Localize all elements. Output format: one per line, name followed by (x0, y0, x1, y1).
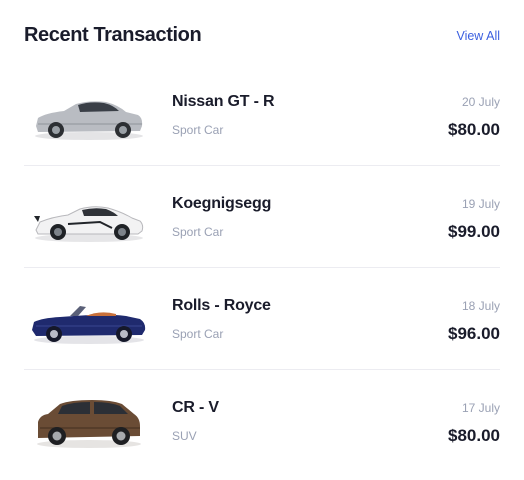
silver-sports-car-image (35, 101, 143, 140)
transaction-amount: $99.00 (448, 222, 500, 241)
brown-suv-image (37, 400, 141, 448)
transaction-amount: $80.00 (448, 426, 500, 445)
transaction-row[interactable]: CR - V SUV 17 July $80.00 (24, 370, 500, 471)
white-hypercar-image (34, 206, 144, 242)
card-header: Recent Transaction View All (24, 24, 500, 50)
car-image (30, 286, 148, 352)
transaction-date: 19 July (461, 197, 500, 211)
transaction-date: 20 July (461, 95, 500, 109)
transaction-date: 17 July (461, 401, 500, 415)
car-type: Sport Car (172, 327, 224, 341)
car-image (30, 388, 148, 454)
navy-convertible-image (32, 306, 146, 344)
car-type: Sport Car (172, 123, 224, 137)
car-name: Nissan GT - R (172, 93, 275, 110)
transaction-amount: $80.00 (448, 120, 500, 139)
car-image (30, 184, 148, 250)
car-type: SUV (172, 429, 197, 443)
transaction-date: 18 July (461, 299, 500, 313)
transaction-row[interactable]: Rolls - Royce Sport Car 18 July $96.00 (24, 268, 500, 370)
car-name: Rolls - Royce (172, 297, 271, 314)
transaction-list: Nissan GT - R Sport Car 20 July $80.00 K… (24, 64, 500, 471)
car-name: CR - V (172, 399, 219, 416)
car-name: Koegnigsegg (172, 195, 272, 212)
transaction-row[interactable]: Nissan GT - R Sport Car 20 July $80.00 (24, 64, 500, 166)
car-image (30, 82, 148, 148)
transaction-row[interactable]: Koegnigsegg Sport Car 19 July $99.00 (24, 166, 500, 268)
car-type: Sport Car (172, 225, 224, 239)
view-all-link[interactable]: View All (456, 29, 500, 43)
transaction-amount: $96.00 (448, 324, 500, 343)
recent-transaction-card: Recent Transaction View All Nissan GT - … (24, 0, 500, 480)
card-title: Recent Transaction (24, 24, 202, 46)
